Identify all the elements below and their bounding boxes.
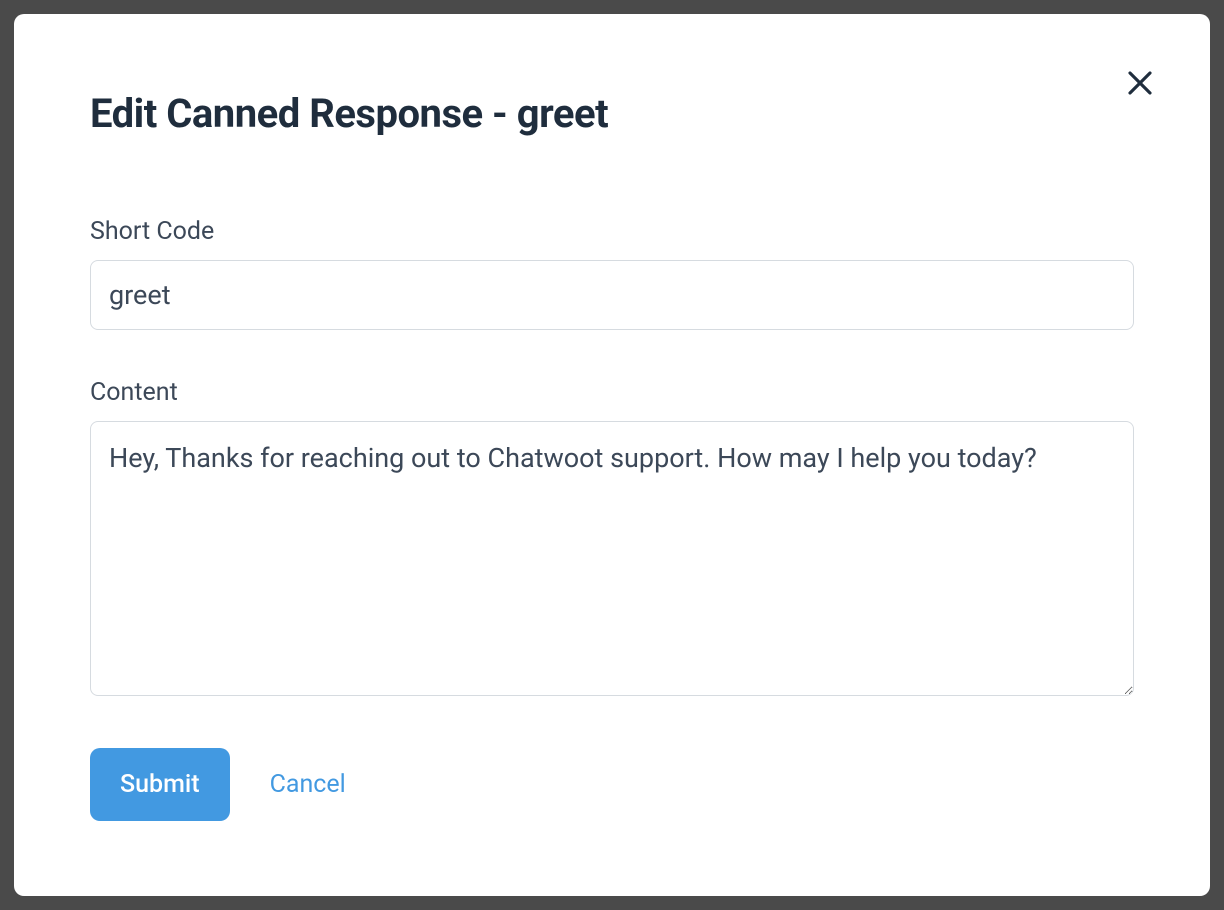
modal-title: Edit Canned Response - greet <box>90 90 1134 137</box>
edit-canned-response-modal: Edit Canned Response - greet Short Code … <box>14 14 1210 896</box>
content-textarea[interactable] <box>90 421 1134 696</box>
content-label: Content <box>90 378 1134 407</box>
cancel-button[interactable]: Cancel <box>270 770 346 799</box>
content-field-group: Content <box>90 378 1134 700</box>
short-code-field-group: Short Code <box>90 217 1134 330</box>
short-code-input[interactable] <box>90 260 1134 330</box>
short-code-label: Short Code <box>90 217 1134 246</box>
submit-button[interactable]: Submit <box>90 748 230 821</box>
close-icon <box>1125 68 1155 101</box>
close-button[interactable] <box>1118 62 1162 106</box>
button-row: Submit Cancel <box>90 748 1134 821</box>
